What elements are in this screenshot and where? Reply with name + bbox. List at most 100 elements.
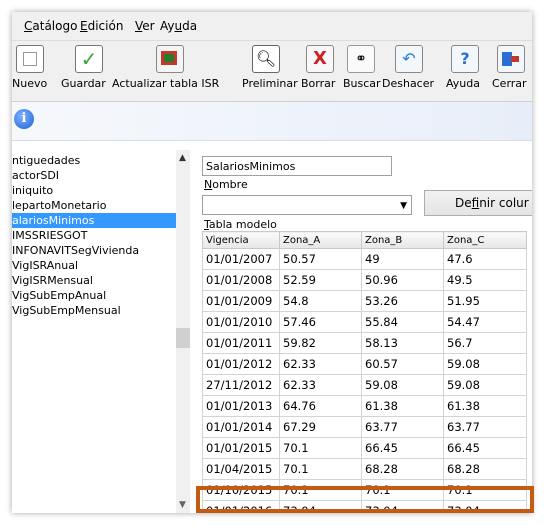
- table-cell[interactable]: 62.33: [279, 374, 362, 396]
- table-cell[interactable]: 01/01/2013: [202, 395, 280, 417]
- table-cell[interactable]: 56.7: [443, 332, 527, 354]
- menu-ayuda[interactable]: Ayuda: [160, 19, 197, 33]
- list-item[interactable]: IMSSRIESGOT: [12, 228, 87, 243]
- scroll-up-icon[interactable]: ▲: [179, 153, 186, 163]
- borrar-button[interactable]: X Borrar: [299, 45, 339, 97]
- table-cell[interactable]: 70.1: [279, 437, 362, 459]
- list-item-selected[interactable]: alariosMinimos: [12, 213, 177, 228]
- table-row[interactable]: 01/01/2015 70.1 66.45 66.45: [202, 437, 527, 459]
- table-cell[interactable]: 59.08: [361, 374, 444, 396]
- definir-columnas-button[interactable]: Definir colur: [424, 190, 532, 216]
- table-cell[interactable]: 57.46: [279, 311, 362, 333]
- table-cell[interactable]: 50.96: [361, 269, 444, 291]
- column-header-zona-a[interactable]: Zona_A: [279, 231, 362, 249]
- table-row[interactable]: 01/01/2013 64.76 61.38 61.38: [202, 395, 527, 417]
- table-row[interactable]: 27/11/2012 62.33 59.08 59.08: [202, 374, 527, 396]
- table-cell[interactable]: 01/01/2007: [202, 248, 280, 270]
- table-cell[interactable]: 59.08: [443, 374, 527, 396]
- toolbar: Nuevo ✓ Guardar Actualizar tabla ISR 🔍︎ …: [12, 41, 532, 102]
- buscar-button[interactable]: ⚭ Buscar: [341, 45, 381, 97]
- table-cell[interactable]: 01/04/2015: [202, 458, 280, 480]
- table-cell[interactable]: 66.45: [443, 437, 527, 459]
- table-cell[interactable]: 55.84: [361, 311, 444, 333]
- table-cell[interactable]: 53.26: [361, 290, 444, 312]
- table-cell[interactable]: 47.6: [443, 248, 527, 270]
- table-cell[interactable]: 01/01/2011: [202, 332, 280, 354]
- guardar-button[interactable]: ✓ Guardar: [57, 45, 109, 97]
- cerrar-button[interactable]: Cerrar: [488, 45, 532, 97]
- list-item[interactable]: VigISRMensual: [12, 273, 93, 288]
- table-cell[interactable]: 59.08: [443, 353, 527, 375]
- app-window: Catálogo Edición Ver Ayuda Nuevo ✓ Guard…: [12, 12, 532, 513]
- nombre-label: Nombre: [204, 178, 248, 191]
- list-item[interactable]: VigSubEmpMensual: [12, 303, 121, 318]
- table-row[interactable]: 01/04/2015 70.1 68.28 68.28: [202, 458, 527, 480]
- table-cell[interactable]: 01/01/2009: [202, 290, 280, 312]
- list-item[interactable]: VigSubEmpAnual: [12, 288, 106, 303]
- table-cell[interactable]: 58.13: [361, 332, 444, 354]
- list-item[interactable]: ntiguedades: [12, 153, 80, 168]
- table-cell[interactable]: 67.29: [279, 416, 362, 438]
- list-item[interactable]: VigISRAnual: [12, 258, 78, 273]
- nuevo-button[interactable]: Nuevo: [12, 45, 56, 97]
- table-cell[interactable]: 49: [361, 248, 444, 270]
- table-cell[interactable]: 61.38: [443, 395, 527, 417]
- table-cell[interactable]: 63.77: [443, 416, 527, 438]
- table-row[interactable]: 01/01/2014 67.29 63.77 63.77: [202, 416, 527, 438]
- table-row[interactable]: 01/01/2009 54.8 53.26 51.95: [202, 290, 527, 312]
- list-item[interactable]: actorSDI: [12, 168, 59, 183]
- delete-x-icon: X: [306, 45, 334, 73]
- binoculars-icon: ⚭: [347, 45, 375, 73]
- list-scrollbar[interactable]: ▲ ▼: [176, 150, 190, 513]
- table-cell[interactable]: 27/11/2012: [202, 374, 280, 396]
- update-table-icon: [156, 45, 184, 73]
- undo-icon: ↶: [395, 45, 423, 73]
- list-item[interactable]: lepartoMonetario: [12, 198, 106, 213]
- table-cell[interactable]: 01/01/2012: [202, 353, 280, 375]
- table-cell[interactable]: 68.28: [443, 458, 527, 480]
- table-cell[interactable]: 60.57: [361, 353, 444, 375]
- table-row[interactable]: 01/01/2010 57.46 55.84 54.47: [202, 311, 527, 333]
- table-cell[interactable]: 01/01/2015: [202, 437, 280, 459]
- print-preview-icon: 🔍︎: [252, 45, 280, 73]
- list-item[interactable]: INFONAVITSegVivienda: [12, 243, 139, 258]
- actualizar-tabla-isr-button[interactable]: Actualizar tabla ISR: [112, 45, 232, 97]
- tabla-modelo-label: Tabla modelo: [204, 218, 277, 231]
- deshacer-button[interactable]: ↶ Deshacer: [382, 45, 434, 97]
- table-cell[interactable]: 61.38: [361, 395, 444, 417]
- table-cell[interactable]: 70.1: [279, 458, 362, 480]
- table-cell[interactable]: 50.57: [279, 248, 362, 270]
- menu-edicion[interactable]: Edición: [80, 19, 123, 33]
- table-cell[interactable]: 64.76: [279, 395, 362, 417]
- table-row[interactable]: 01/01/2011 59.82 58.13 56.7: [202, 332, 527, 354]
- column-header-zona-c[interactable]: Zona_C: [443, 231, 527, 249]
- ayuda-button[interactable]: ? Ayuda: [444, 45, 484, 97]
- info-bar: i: [12, 102, 532, 141]
- list-item[interactable]: iniquito: [12, 183, 53, 198]
- table-cell[interactable]: 51.95: [443, 290, 527, 312]
- table-cell[interactable]: 49.5: [443, 269, 527, 291]
- table-row[interactable]: 01/01/2012 62.33 60.57 59.08: [202, 353, 527, 375]
- table-cell[interactable]: 54.8: [279, 290, 362, 312]
- table-cell[interactable]: 01/01/2010: [202, 311, 280, 333]
- tabla-modelo-dropdown[interactable]: ▼: [202, 195, 412, 215]
- nombre-field[interactable]: SalariosMinimos: [202, 156, 392, 176]
- preliminar-button[interactable]: 🔍︎ Preliminar: [238, 45, 298, 97]
- table-cell[interactable]: 52.59: [279, 269, 362, 291]
- table-cell[interactable]: 62.33: [279, 353, 362, 375]
- menu-catalogo[interactable]: Catálogo: [24, 19, 77, 33]
- table-cell[interactable]: 63.77: [361, 416, 444, 438]
- scroll-thumb[interactable]: [176, 328, 190, 348]
- menu-ver[interactable]: Ver: [135, 19, 155, 33]
- column-header-vigencia[interactable]: Vigencia: [202, 231, 280, 249]
- table-row[interactable]: 01/01/2008 52.59 50.96 49.5: [202, 269, 527, 291]
- table-cell[interactable]: 68.28: [361, 458, 444, 480]
- table-row[interactable]: 01/01/2007 50.57 49 47.6: [202, 248, 527, 270]
- scroll-down-icon[interactable]: ▼: [179, 500, 186, 510]
- table-cell[interactable]: 01/01/2014: [202, 416, 280, 438]
- table-cell[interactable]: 54.47: [443, 311, 527, 333]
- table-cell[interactable]: 59.82: [279, 332, 362, 354]
- column-header-zona-b[interactable]: Zona_B: [361, 231, 444, 249]
- table-cell[interactable]: 66.45: [361, 437, 444, 459]
- table-cell[interactable]: 01/01/2008: [202, 269, 280, 291]
